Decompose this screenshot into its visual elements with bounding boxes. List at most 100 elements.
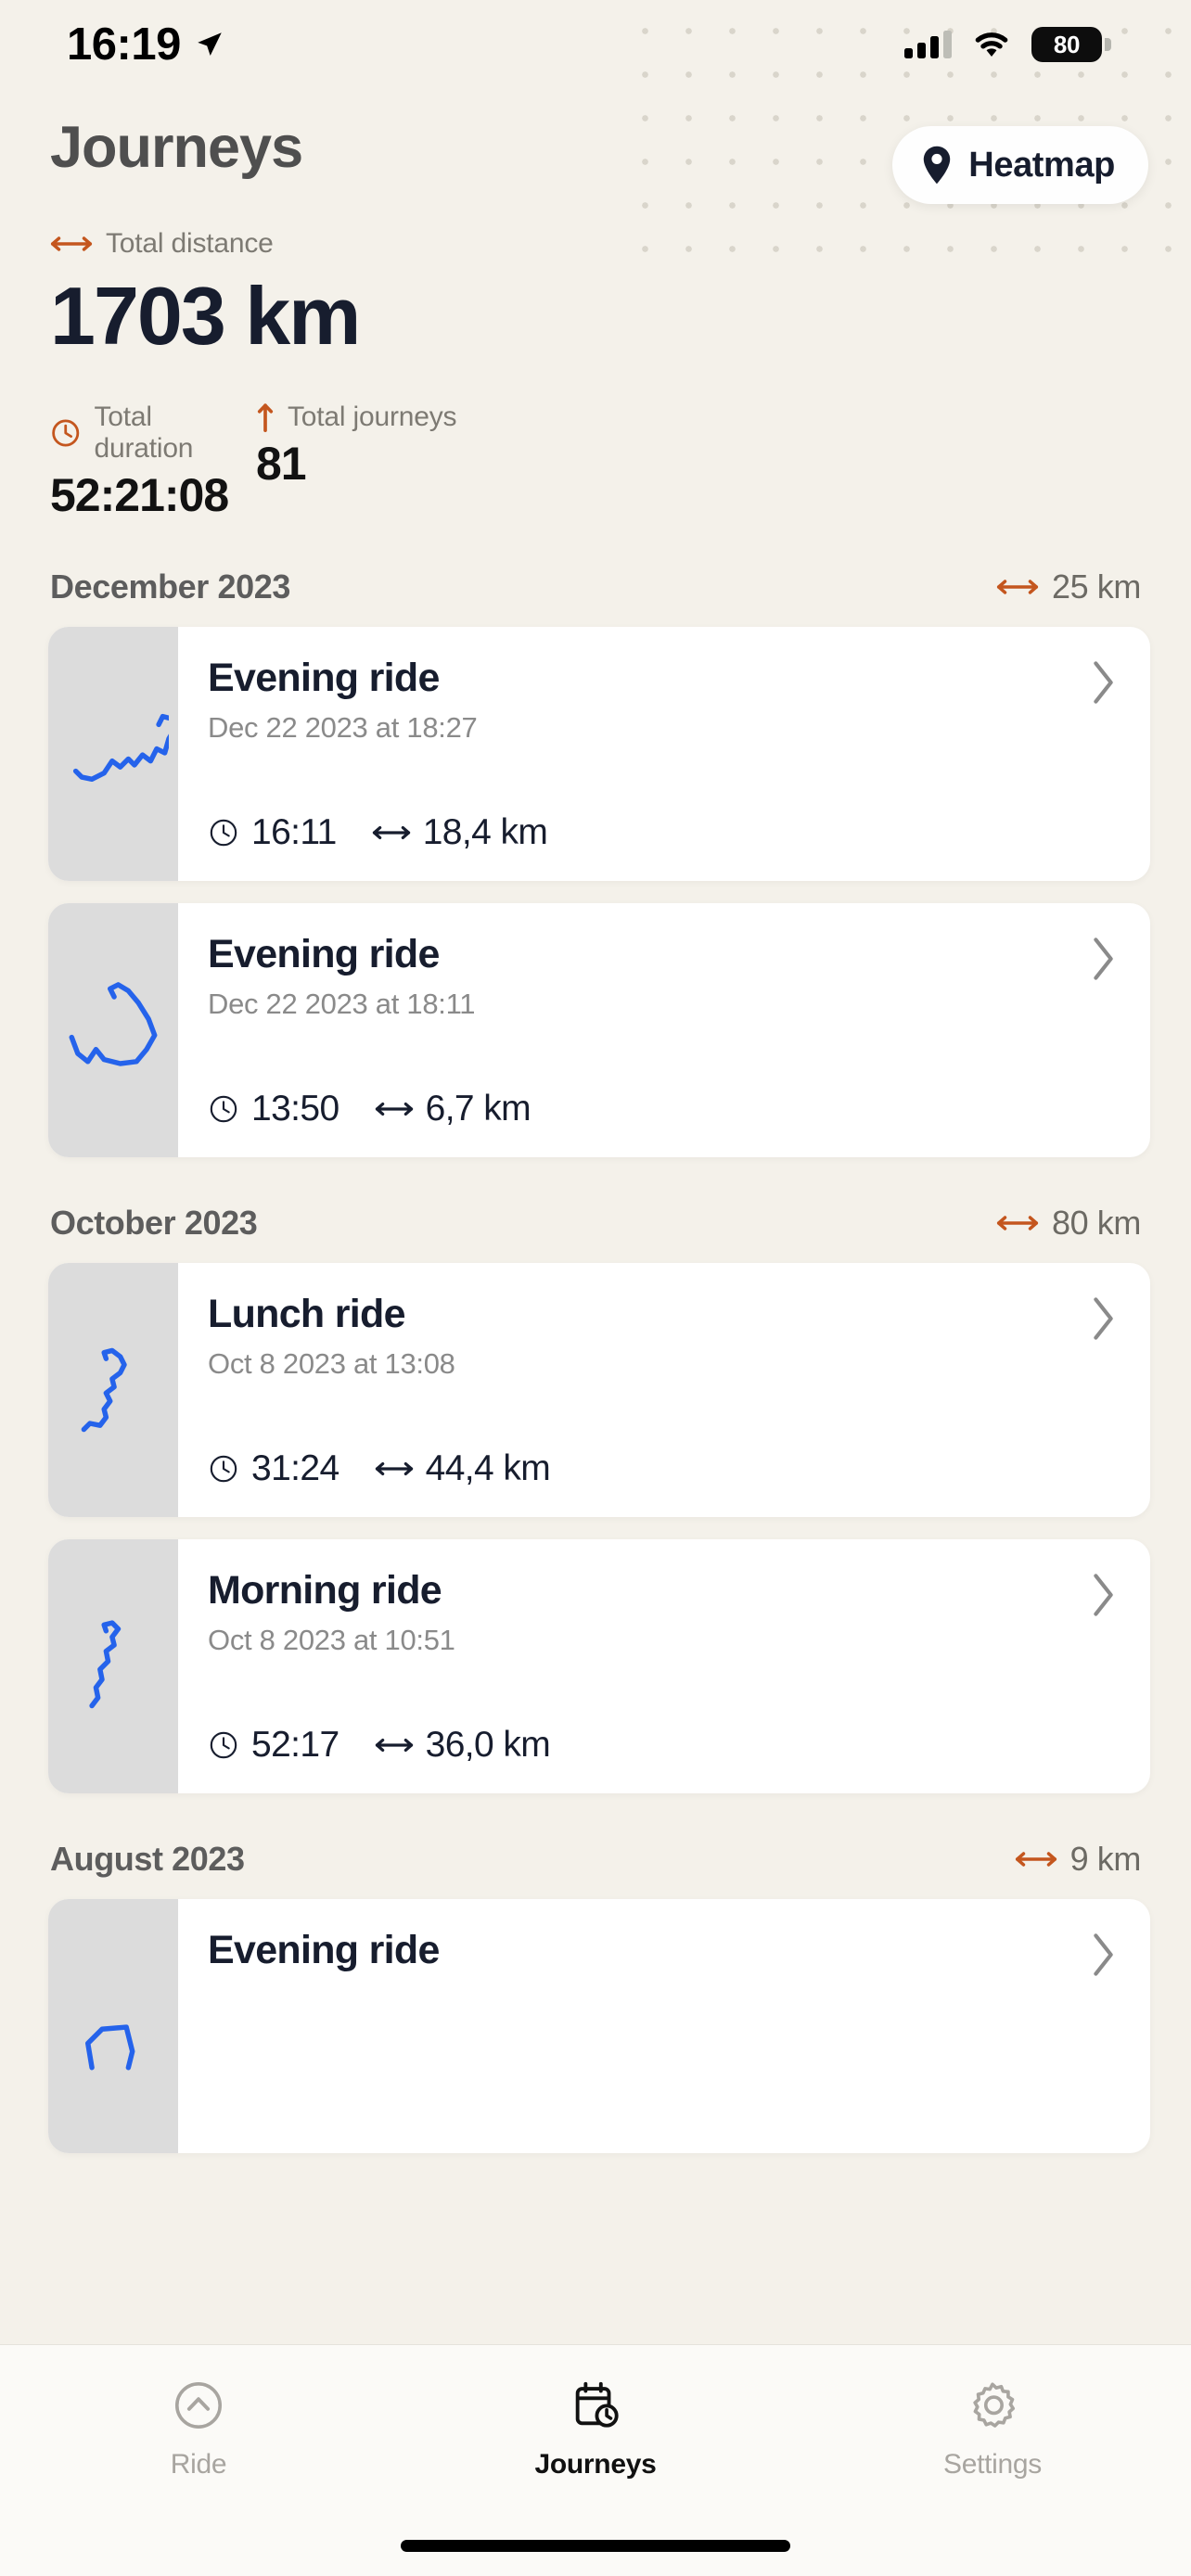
total-distance-label-row: Total distance xyxy=(50,228,1141,260)
total-duration-label-row: Total duration xyxy=(50,402,256,465)
journey-distance: 36,0 km xyxy=(425,1725,551,1766)
tab-ride-label: Ride xyxy=(170,2449,227,2480)
status-time-label: 16:19 xyxy=(67,19,181,70)
month-distance-group: 9 km xyxy=(1015,1840,1141,1879)
journey-route-thumbnail xyxy=(48,1263,178,1518)
chevron-right-icon[interactable] xyxy=(1087,1931,1119,1979)
journey-date: Dec 22 2023 at 18:27 xyxy=(208,711,478,745)
calendar-clock-icon xyxy=(575,2381,619,2428)
status-bar: 16:19 80 xyxy=(0,0,1191,89)
month-header: August 2023 9 km xyxy=(0,1840,1191,1879)
chevron-right-icon[interactable] xyxy=(1087,935,1119,983)
total-journeys-label: Total journeys xyxy=(288,402,457,433)
journey-date: Oct 8 2023 at 13:08 xyxy=(208,1347,455,1381)
clock-icon xyxy=(210,819,237,847)
heatmap-button[interactable]: Heatmap xyxy=(892,126,1148,204)
chevron-right-icon[interactable] xyxy=(1087,658,1119,707)
page-title: Journeys xyxy=(50,115,303,180)
distance-arrow-icon xyxy=(375,1462,413,1476)
journey-distance-stat: 44,4 km xyxy=(375,1448,551,1489)
journey-list[interactable]: December 2023 25 km Evening ride Dec 22 … xyxy=(0,567,1191,2154)
journey-card[interactable]: Evening ride Dec 22 2023 at 18:27 16:11 … xyxy=(48,627,1150,882)
tab-settings-label: Settings xyxy=(943,2449,1042,2480)
up-arrow-icon xyxy=(257,403,274,433)
tab-settings[interactable]: Settings xyxy=(794,2378,1191,2480)
journey-distance: 44,4 km xyxy=(425,1448,551,1489)
clock-icon xyxy=(210,1095,237,1123)
total-distance-value: 1703 km xyxy=(50,270,361,362)
total-journeys-label-row: Total journeys xyxy=(256,402,457,433)
distance-arrow-icon xyxy=(375,1739,413,1753)
journey-title: Lunch ride xyxy=(208,1292,405,1337)
month-name: August 2023 xyxy=(50,1840,245,1879)
journey-title: Evening ride xyxy=(208,1928,440,1973)
total-duration-value: 52:21:08 xyxy=(50,469,229,522)
app-screen: 16:19 80 Journeys Heatmap Total distance… xyxy=(0,0,1191,2576)
journey-distance-stat: 36,0 km xyxy=(375,1725,551,1766)
month-distance: 9 km xyxy=(1069,1840,1142,1879)
total-journeys-value: 81 xyxy=(256,438,307,491)
journey-route-thumbnail xyxy=(48,1539,178,1794)
chevron-right-icon[interactable] xyxy=(1087,1294,1119,1343)
month-distance: 25 km xyxy=(1051,567,1141,606)
journey-stats: 16:11 18,4 km xyxy=(208,788,1119,853)
month-name: October 2023 xyxy=(50,1204,258,1243)
journey-distance: 18,4 km xyxy=(422,812,548,853)
journey-route-thumbnail xyxy=(48,903,178,1158)
journey-duration-stat: 52:17 xyxy=(208,1725,339,1766)
distance-arrow-icon xyxy=(375,1103,413,1116)
clock-icon xyxy=(210,1731,237,1759)
journey-date: Oct 8 2023 at 10:51 xyxy=(208,1624,455,1657)
tab-journeys-label: Journeys xyxy=(534,2449,657,2480)
tab-ride[interactable]: Ride xyxy=(0,2378,397,2480)
journey-duration: 52:17 xyxy=(251,1725,339,1766)
clock-icon xyxy=(52,419,80,447)
journey-title: Evening ride xyxy=(208,656,440,701)
journey-distance-stat: 18,4 km xyxy=(372,812,548,853)
journey-card-body: Evening ride Dec 22 2023 at 18:27 16:11 … xyxy=(178,627,1150,881)
journey-card-body: Evening ride Dec 22 2023 at 18:11 13:50 … xyxy=(178,903,1150,1157)
journey-stats: 52:17 36,0 km xyxy=(208,1701,1119,1766)
journey-duration-stat: 16:11 xyxy=(208,812,337,853)
month-name: December 2023 xyxy=(50,567,290,606)
chevron-right-icon[interactable] xyxy=(1087,1571,1119,1619)
heatmap-button-label: Heatmap xyxy=(968,145,1115,185)
journey-card[interactable]: Evening ride Dec 22 2023 at 18:11 13:50 … xyxy=(48,903,1150,1158)
battery-level-label: 80 xyxy=(1053,30,1081,58)
route-polyline-icon xyxy=(84,2024,135,2071)
distance-arrow-icon xyxy=(1015,1852,1057,1867)
status-indicators: 80 xyxy=(904,27,1111,62)
map-pin-icon xyxy=(924,146,951,185)
journey-title: Morning ride xyxy=(208,1568,442,1613)
journey-card-body: Evening ride xyxy=(178,1899,1150,2153)
journey-duration: 31:24 xyxy=(251,1448,339,1489)
month-distance-group: 80 km xyxy=(996,1204,1141,1243)
page-header: Journeys Heatmap xyxy=(0,89,1191,204)
journey-duration: 13:50 xyxy=(251,1089,339,1129)
journey-card[interactable]: Evening ride xyxy=(48,1899,1150,2154)
journey-title: Evening ride xyxy=(208,932,440,977)
journey-duration: 16:11 xyxy=(251,812,337,853)
route-polyline-icon xyxy=(69,982,158,1066)
journey-card[interactable]: Morning ride Oct 8 2023 at 10:51 52:17 3… xyxy=(48,1539,1150,1794)
cellular-signal-icon xyxy=(904,31,952,58)
month-distance: 80 km xyxy=(1051,1204,1141,1243)
month-distance-group: 25 km xyxy=(996,567,1141,606)
distance-arrow-icon xyxy=(372,826,410,840)
distance-arrow-icon xyxy=(996,1216,1039,1231)
location-arrow-icon xyxy=(198,32,222,57)
gear-icon xyxy=(973,2382,1016,2428)
sub-stats-row: Total duration 52:21:08 Total journeys 8… xyxy=(50,402,1141,521)
journey-route-thumbnail xyxy=(48,1899,178,2154)
journey-stats: 13:50 6,7 km xyxy=(208,1065,1119,1129)
journey-route-thumbnail xyxy=(48,627,178,882)
journey-distance-stat: 6,7 km xyxy=(375,1089,531,1129)
tab-journeys[interactable]: Journeys xyxy=(397,2378,794,2480)
route-polyline-icon xyxy=(72,714,169,783)
month-header: December 2023 25 km xyxy=(0,567,1191,606)
journey-duration-stat: 31:24 xyxy=(208,1448,339,1489)
total-distance-label: Total distance xyxy=(106,228,274,259)
battery-icon: 80 xyxy=(1031,27,1111,62)
journey-card[interactable]: Lunch ride Oct 8 2023 at 13:08 31:24 44,… xyxy=(48,1263,1150,1518)
status-time-group: 16:19 xyxy=(67,19,225,70)
